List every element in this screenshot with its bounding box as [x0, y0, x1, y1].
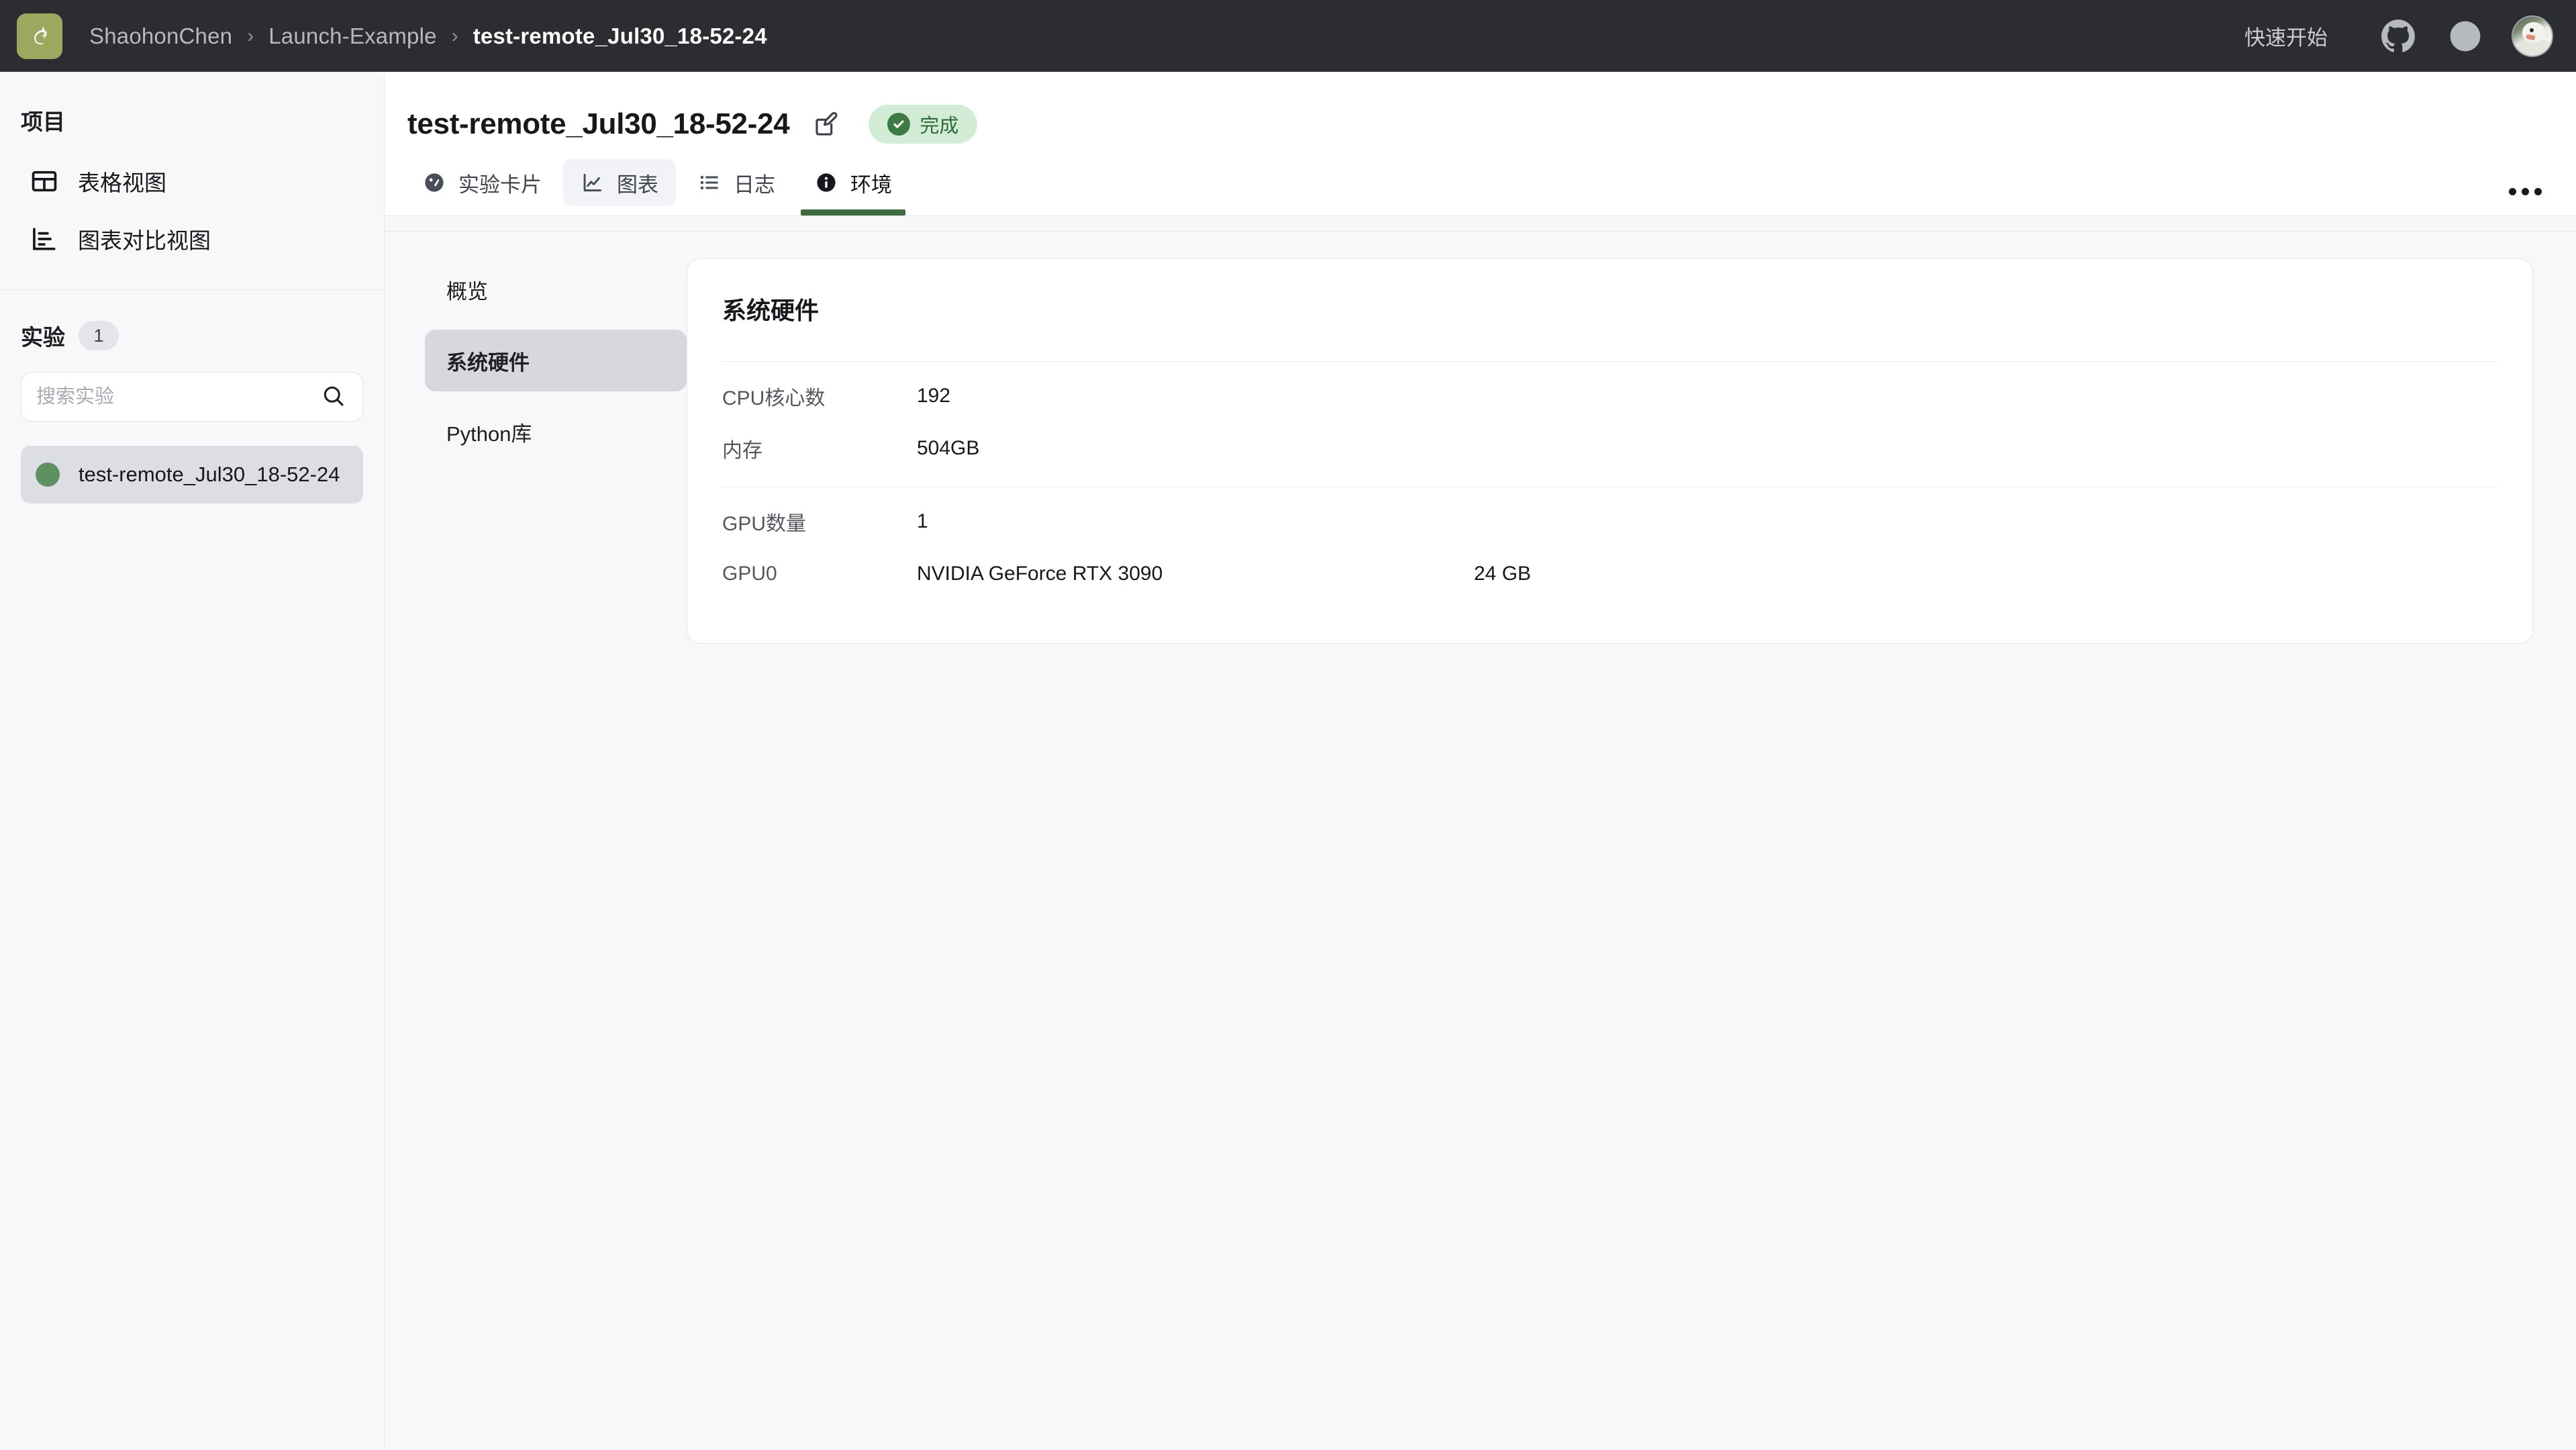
info-circle-icon [814, 171, 838, 195]
hardware-group-gpu: GPU数量 1 GPU0 NVIDIA GeForce RTX 3090 24 … [722, 487, 2497, 612]
environment-subnav: 概览 系统硬件 Python库 [385, 258, 687, 1450]
content-tabs: 实验卡片 图表 日志 环境 [385, 146, 2576, 215]
more-dot [2534, 187, 2542, 195]
header-strip [385, 216, 2576, 231]
breadcrumb-separator: › [451, 24, 458, 47]
experiment-search-box[interactable] [21, 372, 363, 422]
quickstart-link[interactable]: 快速开始 [2244, 21, 2328, 51]
tab-label: 日志 [734, 173, 775, 197]
sidebar-item-table-view[interactable]: 表格视图 [15, 152, 369, 210]
card-title: 系统硬件 [722, 297, 820, 324]
left-sidebar: 项目 表格视图 图表对比视图 实验 1 搜索实验 test-remote_Jul… [0, 72, 385, 1450]
more-horizontal-icon[interactable] [2505, 171, 2545, 211]
sidebar-experiments-heading: 实验 1 [0, 290, 384, 352]
table-view-icon [30, 166, 59, 196]
subnav-item-overview[interactable]: 概览 [425, 258, 687, 320]
tab-label: 实验卡片 [458, 173, 542, 197]
main-content: test-remote_Jul30_18-52-24 完成 实验卡片 图表 日志… [385, 72, 2576, 1450]
row-value: 504GB [917, 437, 980, 459]
breadcrumb-separator: › [247, 24, 254, 47]
tab-experiment-card[interactable]: 实验卡片 [405, 159, 559, 206]
row-value: 192 [917, 385, 951, 407]
sidebar-project-nav: 表格视图 图表对比视图 [0, 136, 384, 268]
run-title-row: test-remote_Jul30_18-52-24 完成 [385, 72, 2576, 146]
check-circle-icon [887, 113, 911, 136]
chart-compare-icon [30, 224, 59, 254]
table-row: CPU核心数 192 [722, 370, 2497, 422]
more-dot [2508, 187, 2516, 195]
experiment-status-dot [36, 463, 60, 487]
content-header: test-remote_Jul30_18-52-24 完成 实验卡片 图表 日志… [385, 72, 2576, 232]
avatar-eye [2530, 28, 2534, 32]
row-value: NVIDIA GeForce RTX 3090 [917, 563, 1163, 585]
subnav-item-system-hardware[interactable]: 系统硬件 [425, 330, 687, 391]
hardware-group-cpu: CPU核心数 192 内存 504GB [722, 362, 2497, 487]
app-layout: 项目 表格视图 图表对比视图 实验 1 搜索实验 test-remote_Jul… [0, 72, 2576, 1450]
more-dot [2521, 187, 2529, 195]
row-value-secondary: 24 GB [1474, 563, 1532, 585]
row-key: GPU数量 [722, 513, 807, 535]
swanlab-logo-icon[interactable] [17, 13, 62, 59]
breadcrumb-item-workspace[interactable]: ShaohonChen [89, 23, 232, 49]
github-icon[interactable] [2377, 15, 2419, 57]
table-row: 内存 504GB [722, 422, 2497, 475]
tab-logs[interactable]: 日志 [680, 159, 793, 206]
page-title: test-remote_Jul30_18-52-24 [407, 107, 790, 140]
sidebar-project-heading: 项目 [21, 109, 65, 134]
tab-label: 图表 [617, 173, 658, 197]
experiments-title: 实验 [21, 325, 65, 350]
tab-label: 环境 [850, 173, 892, 197]
sidebar-item-chart-compare-view[interactable]: 图表对比视图 [15, 210, 369, 268]
subnav-item-python-libraries[interactable]: Python库 [425, 401, 687, 463]
topbar-actions: 快速开始 [2244, 15, 2576, 57]
experiment-search-wrapper [0, 352, 384, 422]
search-input[interactable] [36, 385, 321, 408]
sidebar-item-label: 表格视图 [78, 171, 166, 195]
tab-charts[interactable]: 图表 [563, 159, 676, 206]
status-badge: 完成 [869, 105, 978, 144]
breadcrumb: ShaohonChen › Launch-Example › test-remo… [89, 23, 767, 49]
tab-environment[interactable]: 环境 [797, 159, 909, 215]
row-key: CPU核心数 [722, 387, 826, 409]
dashboard-icon [422, 171, 446, 195]
experiment-name: test-remote_Jul30_18-52-24 [79, 463, 340, 486]
help-circle-icon[interactable] [2444, 15, 2486, 57]
row-value: 1 [917, 510, 928, 532]
list-item[interactable]: test-remote_Jul30_18-52-24 [21, 446, 363, 503]
system-hardware-card: 系统硬件 CPU核心数 192 内存 504GB GPU数量 1 GPU0 NV… [687, 258, 2533, 644]
table-row: GPU数量 1 [722, 495, 2497, 548]
search-icon[interactable] [321, 383, 348, 410]
status-label: 完成 [920, 115, 959, 137]
avatar[interactable] [2512, 15, 2553, 57]
environment-panel: 概览 系统硬件 Python库 系统硬件 CPU核心数 192 内存 504GB [385, 232, 2576, 1450]
experiments-count-badge: 1 [79, 321, 119, 350]
row-key: GPU0 [722, 563, 777, 585]
breadcrumb-item-project[interactable]: Launch-Example [268, 23, 436, 49]
experiment-list: test-remote_Jul30_18-52-24 [0, 422, 384, 503]
swan-glyph [34, 26, 47, 44]
line-chart-icon [581, 171, 605, 195]
edit-pencil-icon[interactable] [808, 106, 844, 142]
top-navigation-bar: ShaohonChen › Launch-Example › test-remo… [0, 0, 2576, 72]
row-key: 内存 [722, 440, 762, 462]
breadcrumb-item-experiment[interactable]: test-remote_Jul30_18-52-24 [473, 23, 767, 49]
list-icon [697, 171, 722, 195]
sidebar-item-label: 图表对比视图 [78, 228, 211, 253]
table-row: GPU0 NVIDIA GeForce RTX 3090 24 GB [722, 548, 2497, 600]
